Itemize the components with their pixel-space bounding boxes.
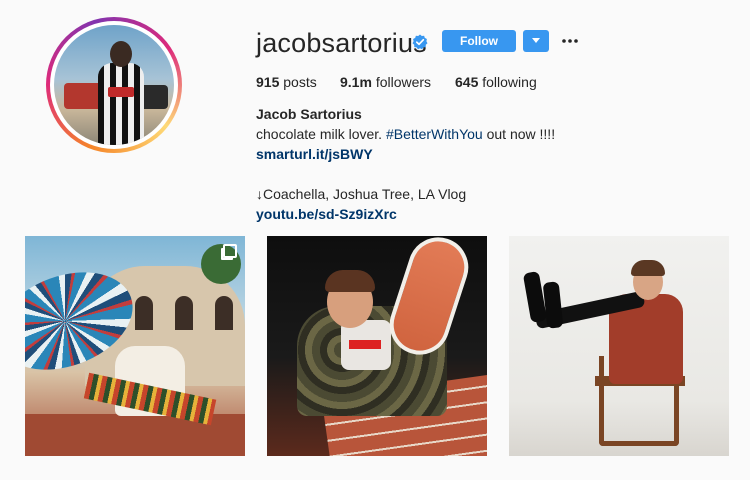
post-sneaker bbox=[381, 236, 477, 363]
post-hoodie-logo bbox=[349, 340, 381, 349]
verified-badge-icon bbox=[412, 34, 428, 50]
post-window bbox=[215, 296, 233, 330]
followers-stat[interactable]: 9.1m followers bbox=[340, 74, 431, 90]
bio-suffix: out now !!!! bbox=[482, 126, 556, 142]
bio-hashtag-link[interactable]: #BetterWithYou bbox=[386, 126, 483, 142]
profile-bio: chocolate milk lover. #BetterWithYou out… bbox=[256, 126, 555, 142]
more-options-button[interactable] bbox=[561, 32, 579, 50]
bio-second-line: ↓Coachella, Joshua Tree, LA Vlog bbox=[256, 186, 467, 202]
posts-stat: 915 posts bbox=[256, 74, 317, 90]
post-thumbnail[interactable] bbox=[267, 236, 487, 456]
following-stat[interactable]: 645 following bbox=[455, 74, 537, 90]
followers-count: 9.1m bbox=[340, 74, 372, 90]
profile-full-name: Jacob Sartorius bbox=[256, 106, 362, 122]
post-window bbox=[135, 296, 153, 330]
post-boot bbox=[542, 281, 564, 329]
posts-count: 915 bbox=[256, 74, 280, 90]
more-options-icon bbox=[562, 39, 578, 43]
following-label: following bbox=[482, 74, 537, 90]
avatar-jersey bbox=[98, 63, 144, 145]
avatar-jersey-logo bbox=[108, 87, 134, 97]
post-floor bbox=[25, 414, 245, 456]
avatar-frame bbox=[50, 21, 178, 149]
chevron-down-icon bbox=[532, 38, 540, 43]
suggested-dropdown-button[interactable] bbox=[523, 30, 549, 52]
profile-external-link[interactable]: smarturl.it/jsBWY bbox=[256, 146, 373, 162]
profile-username: jacobsartorius bbox=[256, 28, 427, 58]
post-thumbnail[interactable] bbox=[25, 236, 245, 456]
bio-text: chocolate milk lover. bbox=[256, 126, 386, 142]
followers-label: followers bbox=[375, 74, 432, 90]
multiple-images-icon bbox=[223, 244, 237, 258]
post-window bbox=[175, 296, 193, 330]
posts-label: posts bbox=[283, 74, 317, 90]
avatar-image bbox=[54, 25, 174, 145]
post-hair bbox=[631, 260, 665, 276]
following-count: 645 bbox=[455, 74, 479, 90]
profile-avatar[interactable] bbox=[46, 17, 182, 153]
post-thumbnail[interactable] bbox=[509, 236, 729, 456]
bio-youtube-link[interactable]: youtu.be/sd-Sz9izXrc bbox=[256, 206, 397, 222]
avatar-head bbox=[110, 41, 132, 67]
follow-button[interactable]: Follow bbox=[442, 30, 516, 52]
post-hair bbox=[325, 270, 375, 292]
